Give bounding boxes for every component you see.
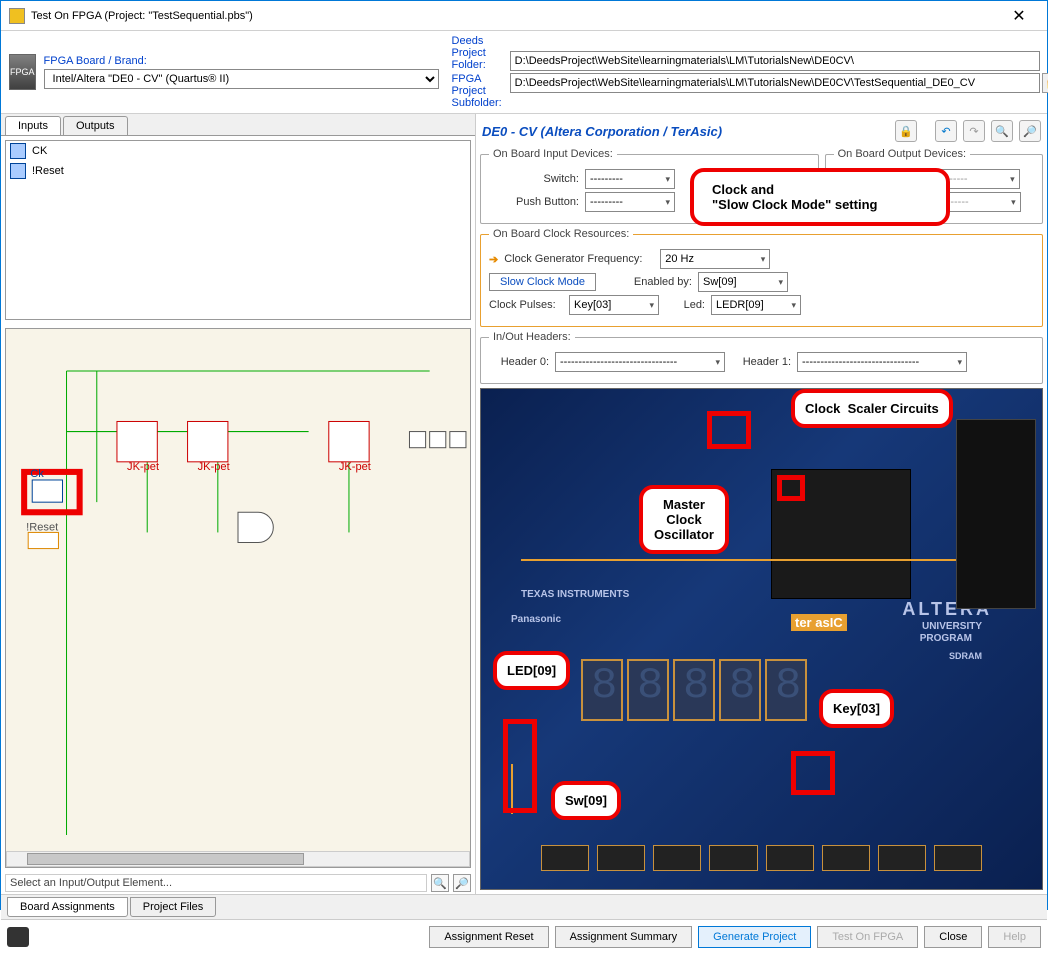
io-headers-group: In/Out Headers: Header 0: --------------… <box>480 331 1043 384</box>
callout-clock-setting: Clock and "Slow Clock Mode" setting <box>690 168 950 226</box>
test-on-fpga-button: Test On FPGA <box>817 926 918 948</box>
tab-board-assignments[interactable]: Board Assignments <box>7 897 128 917</box>
generate-project-button[interactable]: Generate Project <box>698 926 811 948</box>
pushbutton-label: Push Button: <box>489 196 579 208</box>
enabled-by-select[interactable]: Sw[09]▾ <box>698 272 788 292</box>
app-icon <box>9 8 25 24</box>
clock-frequency-select[interactable]: 20 Hz▾ <box>660 249 770 269</box>
close-button[interactable]: Close <box>924 926 982 948</box>
svg-text:JK-pet: JK-pet <box>198 461 230 473</box>
zoom-out-icon[interactable]: 🔎 <box>1019 120 1041 142</box>
terasic-logo: ter asIC <box>791 614 847 631</box>
board-title: DE0 - CV (Altera Corporation / TerAsic) <box>482 124 889 139</box>
callout-clock-scaler: Clock Scaler Circuits <box>791 389 953 428</box>
tab-outputs[interactable]: Outputs <box>63 116 128 135</box>
status-text: Select an Input/Output Element... <box>5 874 427 892</box>
pushbutton-select[interactable]: ---------▾ <box>585 192 675 212</box>
clock-pulses-label: Clock Pulses: <box>489 299 563 311</box>
switch-select[interactable]: ---------▾ <box>585 169 675 189</box>
browse-folder-icon[interactable]: 📁 <box>1042 73 1048 93</box>
slow-clock-mode-button[interactable]: Slow Clock Mode <box>489 273 596 291</box>
sdram-label: SDRAM <box>949 651 982 661</box>
zoom-in-icon[interactable]: 🔍 <box>431 874 449 892</box>
fpga-chip-icon: FPGA <box>9 54 36 90</box>
reset-pin-icon <box>10 163 26 179</box>
redo-icon[interactable]: ↷ <box>963 120 985 142</box>
io-list[interactable]: CK !Reset <box>5 140 471 320</box>
clock-pin-icon <box>10 143 26 159</box>
undo-icon[interactable]: ↶ <box>935 120 957 142</box>
io-headers-legend: In/Out Headers: <box>489 331 575 343</box>
gear-icon[interactable] <box>7 927 29 947</box>
tab-inputs[interactable]: Inputs <box>5 116 61 135</box>
svg-text:JK-pet: JK-pet <box>339 461 371 473</box>
circuit-scrollbar[interactable] <box>6 851 470 867</box>
io-item-label: CK <box>32 145 47 157</box>
led-sel-label: Led: <box>665 299 705 311</box>
circuit-preview[interactable]: JK-pet JK-pet JK-pet Ck !Reset <box>5 328 471 868</box>
header0-select[interactable]: --------------------------------▾ <box>555 352 725 372</box>
io-item-label: !Reset <box>32 165 64 177</box>
output-devices-legend: On Board Output Devices: <box>834 148 970 160</box>
zoom-out-icon[interactable]: 🔎 <box>453 874 471 892</box>
assignment-reset-button[interactable]: Assignment Reset <box>429 926 548 948</box>
header0-label: Header 0: <box>489 356 549 368</box>
university-text: UNIVERSITY <box>922 621 982 632</box>
deeds-folder-label: Deeds Project Folder: <box>452 35 502 71</box>
fpga-subfolder-input[interactable] <box>510 73 1040 93</box>
enabled-by-label: Enabled by: <box>602 276 692 288</box>
clock-resources-legend: On Board Clock Resources: <box>489 228 633 240</box>
lock-icon[interactable]: 🔒 <box>895 120 917 142</box>
callout-led09: LED[09] <box>493 651 570 690</box>
clock-pulses-select[interactable]: Key[03]▾ <box>569 295 659 315</box>
assignment-summary-button[interactable]: Assignment Summary <box>555 926 693 948</box>
panasonic-logo: Panasonic <box>511 614 561 625</box>
callout-key03: Key[03] <box>819 689 894 728</box>
program-text: PROGRAM <box>920 633 972 644</box>
tab-project-files[interactable]: Project Files <box>130 897 217 917</box>
zoom-in-icon[interactable]: 🔍 <box>991 120 1013 142</box>
window-title: Test On FPGA (Project: "TestSequential.p… <box>31 10 999 22</box>
callout-master-osc: Master Clock Oscillator <box>639 485 729 554</box>
input-devices-legend: On Board Input Devices: <box>489 148 617 160</box>
list-item[interactable]: !Reset <box>6 161 470 181</box>
callout-sw09: Sw[09] <box>551 781 621 820</box>
header1-label: Header 1: <box>731 356 791 368</box>
svg-text:!Reset: !Reset <box>26 521 58 533</box>
switch-label: Switch: <box>489 173 579 185</box>
board-image[interactable]: ALTERA UNIVERSITY PROGRAM ter asIC TEXAS… <box>480 388 1043 890</box>
arrow-icon: ➔ <box>489 253 498 266</box>
svg-text:JK-pet: JK-pet <box>127 461 159 473</box>
svg-text:Ck: Ck <box>30 468 44 480</box>
fpga-subfolder-label: FPGA Project Subfolder: <box>452 73 502 109</box>
help-button[interactable]: Help <box>988 926 1041 948</box>
clock-gen-label: Clock Generator Frequency: <box>504 253 654 265</box>
clock-resources-group: On Board Clock Resources: ➔ Clock Genera… <box>480 228 1043 327</box>
list-item[interactable]: CK <box>6 141 470 161</box>
fpga-board-label: FPGA Board / Brand: <box>44 55 444 67</box>
led-sel-select[interactable]: LEDR[09]▾ <box>711 295 801 315</box>
ti-logo: TEXAS INSTRUMENTS <box>521 589 629 600</box>
board-select[interactable]: Intel/Altera "DE0 - CV" (Quartus® II) <box>44 69 439 89</box>
deeds-folder-input[interactable] <box>510 51 1040 71</box>
close-icon[interactable]: ✕ <box>999 6 1039 26</box>
header1-select[interactable]: --------------------------------▾ <box>797 352 967 372</box>
